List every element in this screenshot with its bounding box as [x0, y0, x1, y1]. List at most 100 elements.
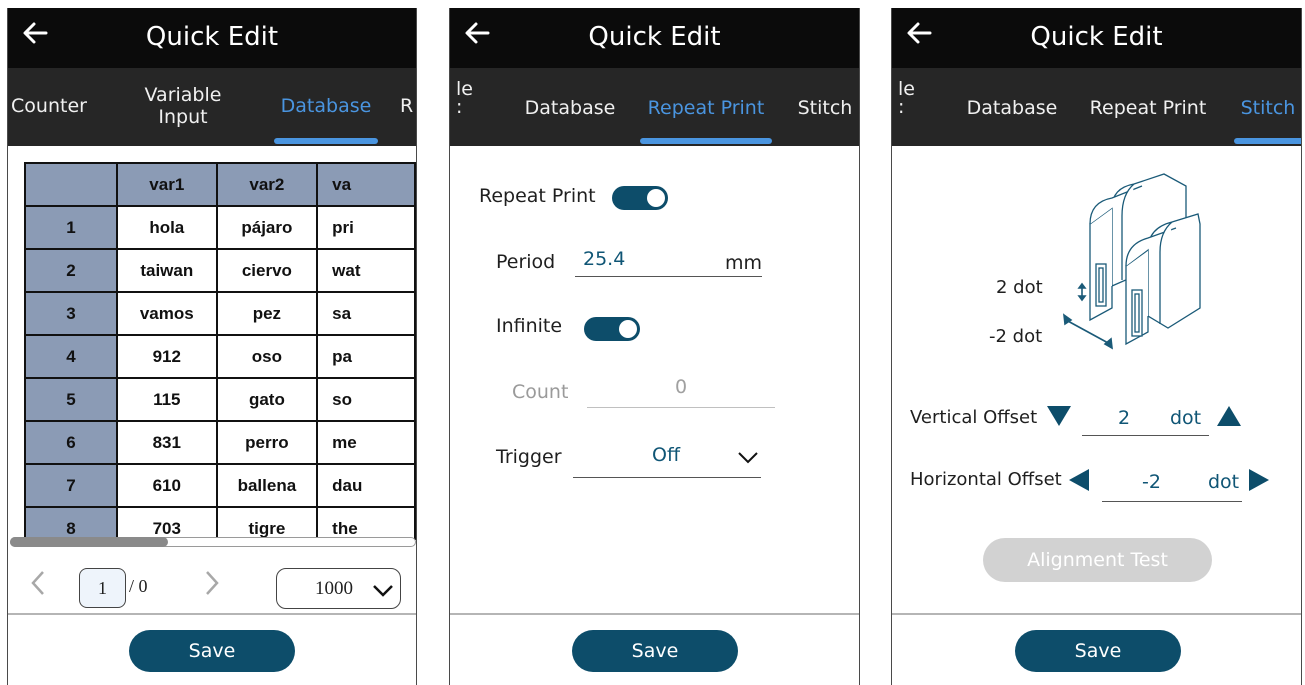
table-cell[interactable]: ballena	[215, 463, 319, 508]
table-cell[interactable]: pez	[215, 291, 319, 336]
table-row[interactable]: 7 610 ballena dau	[24, 463, 416, 508]
tab-bar: le : Database Repeat Print Stitch	[450, 68, 859, 146]
table-cell[interactable]: me	[316, 420, 416, 465]
vertical-decrease-icon[interactable]	[1046, 405, 1072, 431]
tab-repeat-print[interactable]: Repeat Print	[1082, 68, 1214, 146]
row-number-cell: 2	[24, 248, 118, 293]
tab-repeat-print[interactable]: Repeat Print	[640, 68, 772, 146]
period-value: 25.4	[583, 248, 626, 270]
page-total: / 0	[129, 576, 148, 596]
tab-stitch[interactable]: Stitch	[1234, 68, 1301, 146]
tab-variable-input-partial[interactable]: le :	[898, 68, 918, 146]
table-cell[interactable]: pa	[316, 334, 416, 379]
data-table[interactable]: var1 var2 va 1 hola pájaro pri 2 taiwan ciervo…	[24, 162, 416, 540]
vertical-increase-icon[interactable]	[1216, 405, 1242, 431]
screen-database: Quick Edit Counter Variable Input Databa…	[7, 8, 417, 685]
table-cell[interactable]: 115	[115, 377, 218, 422]
trigger-select[interactable]: Off	[573, 438, 761, 478]
table-cell[interactable]: tigre	[215, 506, 319, 540]
table-cell[interactable]: sa	[316, 291, 416, 336]
table-cell[interactable]: ciervo	[215, 248, 319, 293]
horizontal-increase-icon[interactable]	[1248, 468, 1270, 496]
table-cell[interactable]: dau	[316, 463, 416, 508]
table-cell[interactable]: oso	[215, 334, 319, 379]
header-cell: var2	[215, 162, 319, 207]
table-cell[interactable]: 703	[115, 506, 218, 540]
table-cell[interactable]: hola	[115, 205, 218, 250]
alignment-test-button[interactable]: Alignment Test	[983, 538, 1212, 582]
tab-variable-input-partial[interactable]: le :	[456, 68, 476, 146]
infinite-label: Infinite	[496, 315, 563, 337]
tab-label: Repeat Print	[647, 97, 765, 119]
table-row[interactable]: 5 115 gato so	[24, 377, 416, 422]
scrollbar-thumb[interactable]	[10, 537, 168, 547]
table-row[interactable]: 4 912 oso pa	[24, 334, 416, 379]
prev-page-icon[interactable]	[30, 566, 46, 606]
save-button[interactable]: Save	[572, 630, 738, 672]
page-size-select[interactable]: 1000	[276, 568, 401, 609]
tab-repeat-print-partial[interactable]: R	[400, 68, 416, 146]
tab-counter[interactable]: Counter	[8, 68, 94, 146]
horizontal-offset-field[interactable]: -2 dot	[1102, 464, 1242, 502]
tab-label: Database	[524, 97, 616, 119]
page-number-input[interactable]: 1	[79, 568, 126, 608]
table-row[interactable]: 2 taiwan ciervo wat	[24, 248, 416, 293]
count-field[interactable]: 0	[587, 374, 775, 408]
infinite-toggle[interactable]	[584, 317, 640, 341]
save-button[interactable]: Save	[1015, 630, 1181, 672]
tab-variable-input[interactable]: Variable Input	[138, 68, 228, 146]
database-content: var1 var2 va 1 hola pájaro pri 2 taiwan ciervo…	[8, 146, 416, 615]
page-title: Quick Edit	[1030, 22, 1163, 52]
table-cell[interactable]: 610	[115, 463, 218, 508]
table-row[interactable]: 3 vamos pez sa	[24, 291, 416, 336]
table-row[interactable]: 8 703 tigre the	[24, 506, 416, 540]
row-number-cell: 4	[24, 334, 118, 379]
header-cell	[24, 162, 118, 207]
tab-database[interactable]: Database	[520, 68, 620, 146]
chevron-down-icon	[372, 582, 394, 604]
pagination: 1 / 0 1000	[8, 554, 416, 620]
tab-label: Repeat Print	[1089, 97, 1207, 119]
table-cell[interactable]: 831	[115, 420, 218, 465]
tab-label: Database	[966, 97, 1058, 119]
vertical-offset-field[interactable]: 2 dot	[1082, 400, 1209, 436]
tab-label: Database	[280, 95, 372, 117]
table-cell[interactable]: wat	[316, 248, 416, 293]
tab-indicator	[640, 138, 772, 144]
header-cell: var1	[115, 162, 218, 207]
stitch-content: 2 dot -2 dot Vertical Offset 2 dot Horiz…	[892, 146, 1301, 615]
table-cell[interactable]: pri	[316, 205, 416, 250]
table-cell[interactable]: gato	[215, 377, 319, 422]
table-cell[interactable]: perro	[215, 420, 319, 465]
table-cell[interactable]: so	[316, 377, 416, 422]
table-cell[interactable]: the	[316, 506, 416, 540]
table-cell[interactable]: taiwan	[115, 248, 218, 293]
repeat-print-toggle[interactable]	[612, 186, 668, 210]
repeat-print-label: Repeat Print	[479, 185, 596, 207]
save-button[interactable]: Save	[129, 630, 295, 672]
toggle-knob	[619, 320, 637, 338]
next-page-icon[interactable]	[204, 566, 220, 606]
chevron-down-icon	[737, 448, 759, 470]
horizontal-decrease-icon[interactable]	[1068, 468, 1090, 496]
period-unit: mm	[724, 252, 762, 274]
table-cell[interactable]: pájaro	[215, 205, 319, 250]
row-number-cell: 8	[24, 506, 118, 540]
table-cell[interactable]: 912	[115, 334, 218, 379]
page-size-value: 1000	[315, 578, 353, 599]
tab-stitch[interactable]: Stitch	[792, 68, 858, 146]
tab-label: le :	[898, 78, 915, 118]
period-label: Period	[496, 251, 556, 273]
table-cell[interactable]: vamos	[115, 291, 218, 336]
row-number-cell: 1	[24, 205, 118, 250]
period-field[interactable]: 25.4 mm	[575, 245, 762, 277]
tab-database[interactable]: Database	[274, 68, 378, 146]
tab-database[interactable]: Database	[962, 68, 1062, 146]
row-number-cell: 6	[24, 420, 118, 465]
table-row[interactable]: 1 hola pájaro pri	[24, 205, 416, 250]
tab-label: Stitch	[1240, 97, 1296, 119]
toggle-knob	[647, 189, 665, 207]
tab-label: Variable Input	[144, 84, 222, 128]
table-row[interactable]: 6 831 perro me	[24, 420, 416, 465]
vertical-offset-label: Vertical Offset	[910, 407, 1038, 428]
